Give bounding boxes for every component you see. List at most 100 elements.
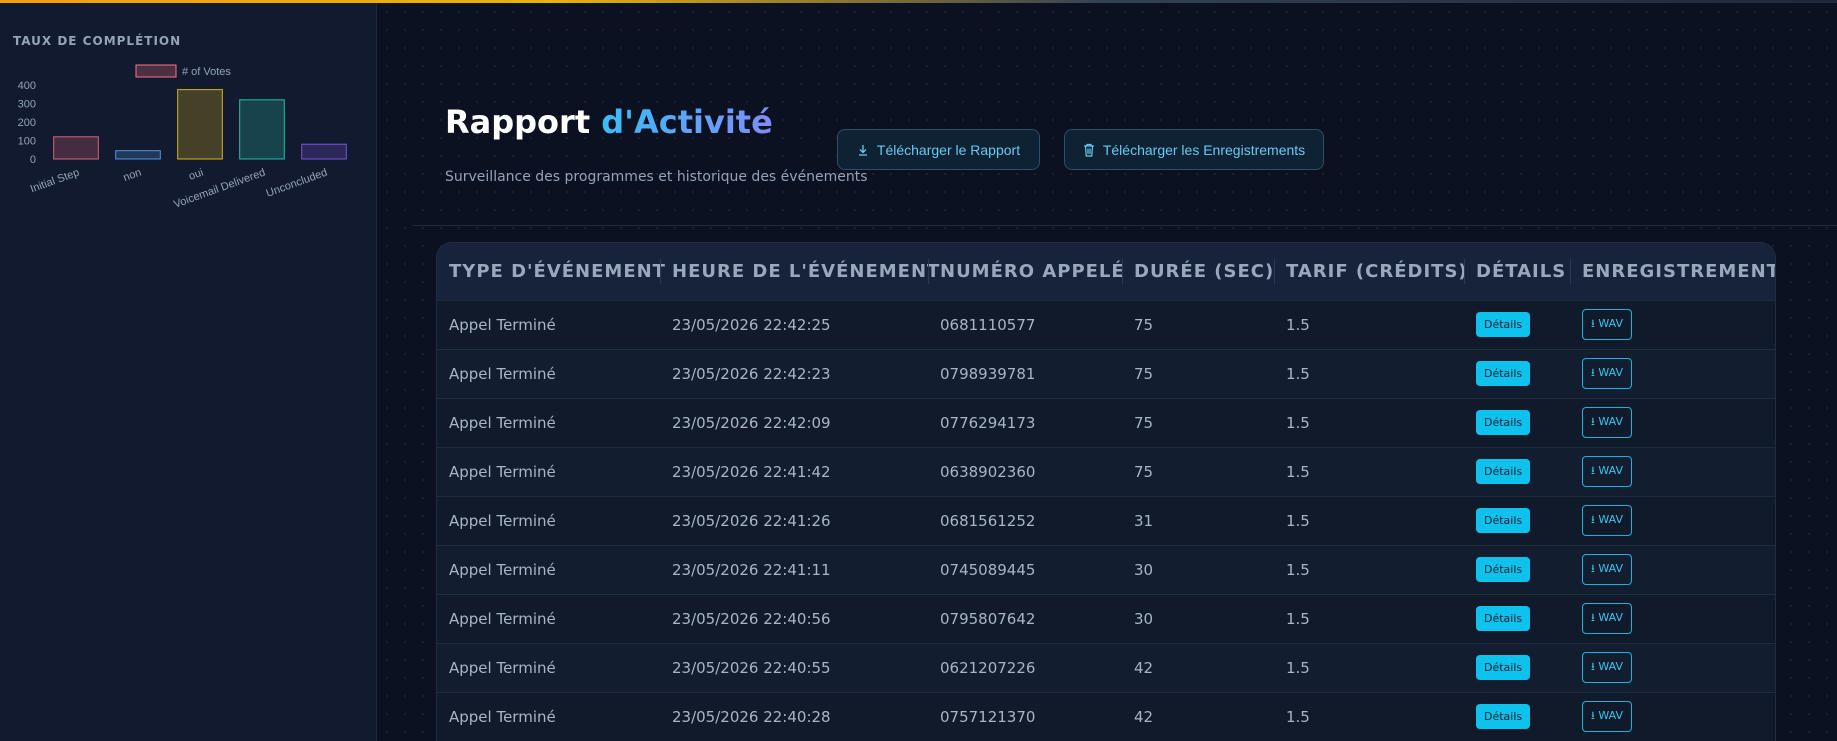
cell-recording: ⭳ WAV — [1570, 594, 1775, 643]
cell-details: Détails — [1464, 300, 1570, 349]
download-wav-button[interactable]: ⭳ WAV — [1582, 358, 1632, 389]
download-wav-button[interactable]: ⭳ WAV — [1582, 456, 1632, 487]
cell-duration: 75 — [1134, 413, 1154, 432]
cell-event-type: Appel Terminé — [449, 609, 556, 628]
details-button[interactable]: Détails — [1476, 557, 1531, 582]
cell-event-type: Appel Terminé — [449, 707, 556, 726]
sidebar: TAUX DE COMPLÉTION # of Votes 0 100 200 300 4… — [0, 3, 377, 741]
cell-details: Détails — [1464, 447, 1570, 496]
download-report-button[interactable]: Télécharger le Rapport — [837, 129, 1040, 170]
column-header-details[interactable]: Détails — [1464, 243, 1570, 300]
cell-event-time: 23/05/2026 22:41:42 — [672, 462, 831, 481]
cell-called-number: 0798939781 — [940, 364, 1036, 383]
cell-rate: 1.5 — [1286, 511, 1310, 530]
x-tick-label: non — [122, 167, 143, 185]
y-tick-label: 200 — [18, 117, 36, 129]
cell-rate: 1.5 — [1286, 364, 1310, 383]
x-tick-label: Initial Step — [29, 167, 81, 196]
details-button[interactable]: Détails — [1476, 704, 1531, 730]
download-recordings-label: Télécharger les Enregistrements — [1102, 141, 1306, 158]
table-row: Appel Terminé 23/05/2026 22:40:28 07571213… — [437, 692, 1775, 741]
y-tick-label: 400 — [18, 80, 36, 92]
cell-recording: ⭳ WAV — [1570, 447, 1775, 496]
cell-details: Détails — [1464, 496, 1570, 545]
details-button[interactable]: Détails — [1476, 361, 1531, 386]
table-row: Appel Terminé 23/05/2026 22:42:25 06811105… — [437, 300, 1775, 349]
cell-event-time: 23/05/2026 22:40:55 — [672, 658, 831, 677]
cell-called-number: 0621207226 — [940, 658, 1036, 677]
completion-rate-title: TAUX DE COMPLÉTION — [13, 34, 182, 48]
cell-event-time: 23/05/2026 22:40:28 — [672, 707, 831, 726]
cell-duration: 75 — [1134, 315, 1154, 334]
x-tick-label: Voicemail Delivered — [172, 167, 267, 211]
trash-icon — [1083, 143, 1094, 157]
column-header-recording[interactable]: Enregistrement — [1570, 243, 1775, 300]
download-wav-button[interactable]: ⭳ WAV — [1582, 505, 1632, 536]
bar-initial-step[interactable] — [53, 136, 99, 160]
legend-swatch[interactable] — [135, 64, 177, 78]
cell-event-type: Appel Terminé — [449, 364, 556, 383]
details-button[interactable]: Détails — [1476, 655, 1531, 680]
cell-event-type: Appel Terminé — [449, 560, 556, 579]
y-tick-label: 300 — [18, 99, 36, 111]
x-tick-label: Unconcluded — [265, 167, 329, 200]
download-icon — [858, 144, 867, 156]
cell-event-time: 23/05/2026 22:42:23 — [672, 364, 831, 383]
cell-duration: 42 — [1134, 658, 1154, 677]
download-wav-button[interactable]: ⭳ WAV — [1582, 309, 1632, 340]
table-row: Appel Terminé 23/05/2026 22:40:56 07958076… — [437, 594, 1775, 643]
cell-rate: 1.5 — [1286, 560, 1310, 579]
cell-called-number: 0638902360 — [940, 462, 1036, 481]
cell-called-number: 0681110577 — [940, 315, 1036, 334]
table-row: Appel Terminé 23/05/2026 22:41:26 06815612… — [437, 496, 1775, 545]
legend-label[interactable]: # of Votes — [182, 66, 231, 78]
page-title-accent: d'Activité — [601, 103, 773, 141]
column-header-event-type[interactable]: Type d'événement — [437, 243, 665, 300]
cell-rate: 1.5 — [1286, 315, 1310, 334]
details-button[interactable]: Détails — [1476, 312, 1531, 337]
cell-rate: 1.5 — [1286, 658, 1310, 677]
column-header-called-number[interactable]: Numéro appelé — [928, 243, 1124, 300]
header-divider — [412, 225, 1837, 226]
bar-oui[interactable] — [177, 89, 223, 160]
download-wav-button[interactable]: ⭳ WAV — [1582, 603, 1632, 634]
cell-recording: ⭳ WAV — [1570, 300, 1775, 349]
main-content: Rapport d'Activité Surveillance des prog… — [378, 3, 1837, 741]
x-tick-label: oui — [187, 167, 205, 183]
cell-event-type: Appel Terminé — [449, 315, 556, 334]
column-header-duration[interactable]: Durée (sec) — [1122, 243, 1274, 300]
table-row: Appel Terminé 23/05/2026 22:42:23 07989397… — [437, 349, 1775, 398]
bar-voicemail-delivered[interactable] — [239, 99, 285, 160]
cell-called-number: 0757121370 — [940, 707, 1036, 726]
bar-non[interactable] — [115, 150, 161, 160]
download-wav-button[interactable]: ⭳ WAV — [1582, 652, 1632, 683]
details-button[interactable]: Détails — [1476, 459, 1531, 484]
page-subtitle: Surveillance des programmes et historiqu… — [445, 169, 868, 185]
cell-called-number: 0776294173 — [940, 413, 1036, 432]
cell-rate: 1.5 — [1286, 609, 1310, 628]
download-wav-button[interactable]: ⭳ WAV — [1582, 407, 1632, 438]
details-button[interactable]: Détails — [1476, 508, 1531, 533]
cell-event-type: Appel Terminé — [449, 462, 556, 481]
download-recordings-button[interactable]: Télécharger les Enregistrements — [1064, 129, 1324, 170]
details-button[interactable]: Détails — [1476, 606, 1531, 631]
cell-recording: ⭳ WAV — [1570, 643, 1775, 692]
cell-rate: 1.5 — [1286, 462, 1310, 481]
cell-duration: 75 — [1134, 364, 1154, 383]
details-button[interactable]: Détails — [1476, 410, 1531, 435]
download-wav-button[interactable]: ⭳ WAV — [1582, 554, 1632, 585]
download-wav-button[interactable]: ⭳ WAV — [1582, 701, 1632, 733]
cell-details: Détails — [1464, 349, 1570, 398]
bar-unconcluded[interactable] — [301, 143, 347, 160]
cell-duration: 31 — [1134, 511, 1154, 530]
page-title: Rapport d'Activité — [445, 103, 773, 141]
table-header-row: Type d'événement Heure de l'événement Nu… — [437, 243, 1775, 300]
cell-rate: 1.5 — [1286, 413, 1310, 432]
cell-event-type: Appel Terminé — [449, 658, 556, 677]
cell-details: Détails — [1464, 594, 1570, 643]
cell-details: Détails — [1464, 545, 1570, 594]
cell-called-number: 0681561252 — [940, 511, 1036, 530]
column-header-event-time[interactable]: Heure de l'événement — [660, 243, 939, 300]
completion-bar-chart: # of Votes 0 100 200 300 400 Initial Step non ou… — [18, 64, 347, 211]
column-header-rate[interactable]: Tarif (crédits) — [1274, 243, 1467, 300]
